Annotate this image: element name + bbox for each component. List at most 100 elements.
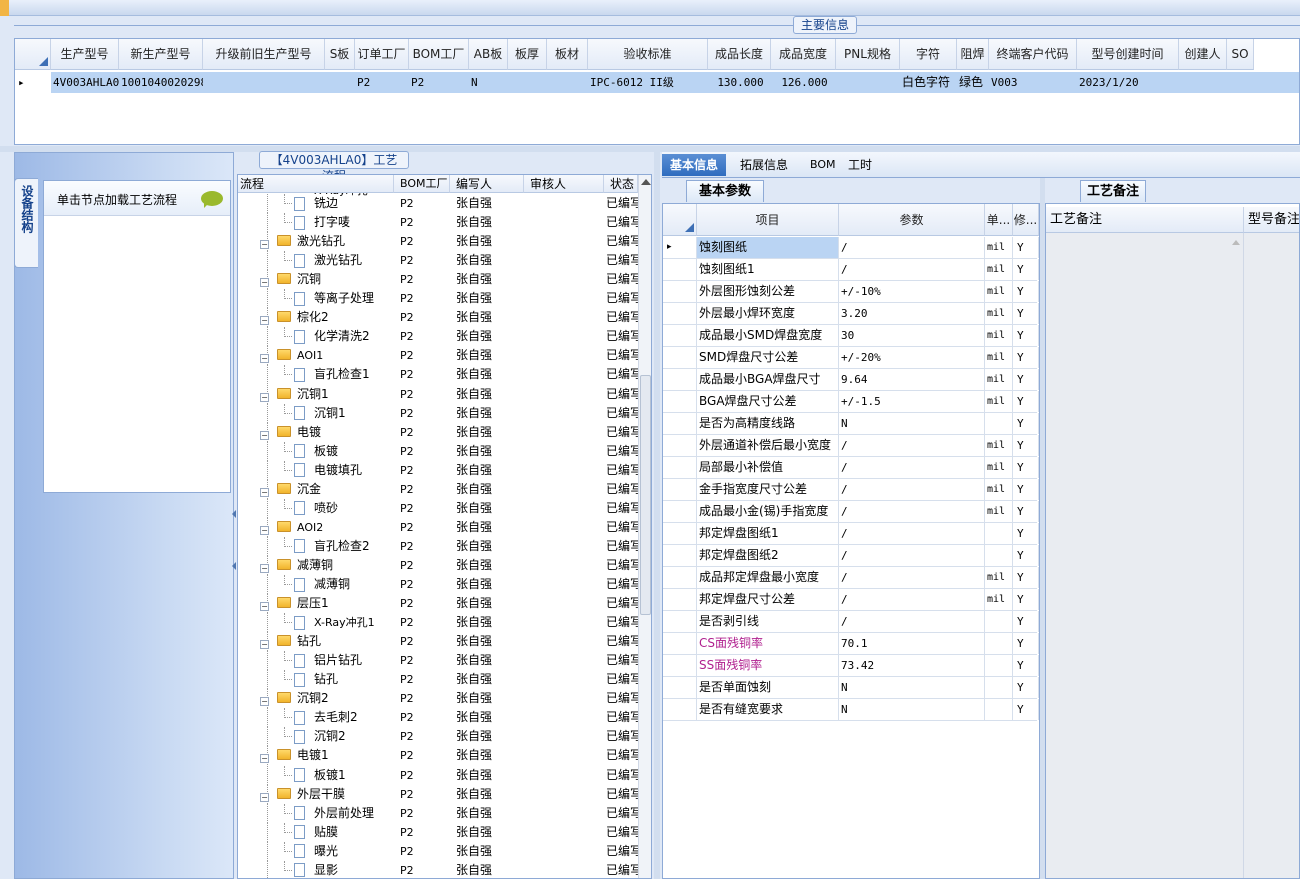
param-value[interactable]: / — [839, 523, 985, 544]
main-info-cell-18[interactable] — [1227, 72, 1254, 93]
params-row[interactable]: 外层最小焊环宽度 3.20 mil Y — [663, 303, 1039, 325]
flow-row[interactable]: 曝光 P2 张自强 已编写 — [238, 841, 638, 861]
param-item[interactable]: CS面残铜率 — [697, 633, 839, 654]
collapse-icon[interactable]: − — [260, 392, 269, 402]
flow-row[interactable]: − 沉铜2 P2 张自强 已编写 — [238, 689, 638, 709]
collapse-icon[interactable]: − — [260, 354, 269, 364]
param-unit[interactable] — [985, 545, 1013, 566]
param-value[interactable]: / — [839, 501, 985, 522]
flow-row[interactable]: − 电镀1 P2 张自强 已编写 — [238, 746, 638, 766]
subtab-remarks[interactable]: 工艺备注 — [1080, 180, 1146, 202]
main-info-cell-10[interactable]: 130.000 — [708, 72, 771, 93]
param-value[interactable]: / — [839, 567, 985, 588]
param-value[interactable]: 9.64 — [839, 369, 985, 390]
param-unit[interactable] — [985, 611, 1013, 632]
row-indicator[interactable] — [663, 479, 697, 500]
param-item[interactable]: 成品最小BGA焊盘尺寸 — [697, 369, 839, 390]
flow-row[interactable]: − 外层干膜 P2 张自强 已编写 — [238, 784, 638, 804]
main-info-col-2[interactable]: 升级前旧生产型号 — [203, 39, 325, 70]
collapse-icon[interactable]: − — [260, 240, 269, 250]
middle-splitter[interactable] — [654, 152, 660, 879]
params-row[interactable]: 邦定焊盘尺寸公差 / mil Y — [663, 589, 1039, 611]
param-item[interactable]: SS面残铜率 — [697, 655, 839, 676]
row-indicator[interactable] — [663, 699, 697, 720]
flow-row[interactable]: − AOI1 P2 张自强 已编写 — [238, 346, 638, 366]
collapse-icon[interactable]: − — [260, 754, 269, 764]
param-item[interactable]: 邦定焊盘图纸1 — [697, 523, 839, 544]
row-indicator[interactable] — [663, 303, 697, 324]
params-grid[interactable]: 项目 参数 单... 修... ▸ 蚀刻图纸 / mil Y 蚀刻图纸1/mil Y 外层图形蚀刻公… — [662, 203, 1040, 879]
param-item[interactable]: 成品邦定焊盘最小宽度 — [697, 567, 839, 588]
param-value[interactable]: 3.20 — [839, 303, 985, 324]
main-info-col-0[interactable]: 生产型号 — [51, 39, 119, 70]
param-modifiable[interactable]: Y — [1013, 281, 1039, 302]
param-value[interactable]: / — [839, 435, 985, 456]
row-indicator[interactable] — [663, 325, 697, 346]
params-body[interactable]: ▸ 蚀刻图纸 / mil Y 蚀刻图纸1/mil Y 外层图形蚀刻公差 +/-10% mil Y 外层… — [663, 237, 1039, 877]
params-row[interactable]: 邦定焊盘图纸2/ Y — [663, 545, 1039, 567]
flow-row[interactable]: 铣边 P2 张自强 已编写 — [238, 194, 638, 213]
param-modifiable[interactable]: Y — [1013, 677, 1039, 698]
flow-row[interactable]: 激光钻孔 P2 张自强 已编写 — [238, 251, 638, 271]
params-col-2[interactable]: 单... — [985, 204, 1013, 236]
params-row[interactable]: 成品邦定焊盘最小宽度 / mil Y — [663, 567, 1039, 589]
collapse-icon[interactable]: − — [260, 602, 269, 612]
row-indicator[interactable] — [663, 435, 697, 456]
row-indicator[interactable] — [663, 633, 697, 654]
flow-scrollbar[interactable] — [638, 175, 651, 878]
params-row[interactable]: 邦定焊盘图纸1/ Y — [663, 523, 1039, 545]
param-value[interactable]: / — [839, 259, 985, 280]
row-indicator[interactable] — [663, 677, 697, 698]
main-info-col-18[interactable]: SO — [1227, 39, 1254, 70]
param-item[interactable]: 外层最小焊环宽度 — [697, 303, 839, 324]
param-value[interactable]: 73.42 — [839, 655, 985, 676]
param-unit[interactable]: mil — [985, 281, 1013, 302]
flow-row[interactable]: − 减薄铜 P2 张自强 已编写 — [238, 555, 638, 575]
param-value[interactable]: / — [839, 237, 985, 258]
param-item[interactable]: SMD焊盘尺寸公差 — [697, 347, 839, 368]
remarks-grid[interactable]: 工艺备注 型号备注 — [1045, 203, 1300, 879]
flow-row[interactable]: 减薄铜 P2 张自强 已编写 — [238, 575, 638, 594]
param-modifiable[interactable]: Y — [1013, 325, 1039, 346]
flow-row[interactable]: 外层前处理 P2 张自强 已编写 — [238, 803, 638, 823]
flow-row[interactable]: − 沉金 P2 张自强 已编写 — [238, 479, 638, 499]
main-info-cell-2[interactable] — [203, 72, 325, 93]
flow-row[interactable]: 喷砂 P2 张自强 已编写 — [238, 498, 638, 518]
main-info-cell-6[interactable]: N — [469, 72, 508, 93]
main-info-col-8[interactable]: 板材 — [547, 39, 588, 70]
param-item[interactable]: 局部最小补偿值 — [697, 457, 839, 478]
param-value[interactable]: N — [839, 677, 985, 698]
row-indicator[interactable] — [663, 413, 697, 434]
param-modifiable[interactable]: Y — [1013, 413, 1039, 434]
param-item[interactable]: 外层通道补偿后最小宽度 — [697, 435, 839, 456]
row-indicator[interactable] — [663, 523, 697, 544]
param-value[interactable]: +/-1.5 — [839, 391, 985, 412]
collapse-icon[interactable]: − — [260, 278, 269, 288]
param-modifiable[interactable]: Y — [1013, 369, 1039, 390]
main-info-col-9[interactable]: 验收标准 — [588, 39, 708, 70]
param-unit[interactable]: mil — [985, 303, 1013, 324]
flow-col-0[interactable]: 流程 — [238, 175, 394, 193]
param-unit[interactable]: mil — [985, 501, 1013, 522]
row-indicator[interactable]: ▸ — [663, 237, 697, 258]
flow-col-2[interactable]: 编写人 — [450, 175, 524, 193]
params-row[interactable]: 局部最小补偿值 / mil Y — [663, 457, 1039, 479]
collapse-icon[interactable]: − — [260, 697, 269, 707]
main-info-row[interactable]: ▸4V003AHLA010010400202984P2P2NIPC-6012 I… — [15, 72, 1299, 93]
param-value[interactable]: / — [839, 589, 985, 610]
main-info-col-11[interactable]: 成品宽度 — [771, 39, 836, 70]
main-info-col-5[interactable]: BOM工厂 — [409, 39, 469, 70]
param-value[interactable]: +/-10% — [839, 281, 985, 302]
param-unit[interactable]: mil — [985, 479, 1013, 500]
param-unit[interactable]: mil — [985, 457, 1013, 478]
collapse-icon[interactable]: − — [260, 525, 269, 535]
param-item[interactable]: BGA焊盘尺寸公差 — [697, 391, 839, 412]
flow-row[interactable]: 电镀填孔 P2 张自强 已编写 — [238, 460, 638, 480]
flow-row[interactable]: − AOI2 P2 张自强 已编写 — [238, 517, 638, 537]
main-info-col-10[interactable]: 成品长度 — [708, 39, 771, 70]
params-row[interactable]: BGA焊盘尺寸公差 +/-1.5 mil Y — [663, 391, 1039, 413]
main-info-cell-13[interactable]: 白色字符 — [900, 72, 957, 93]
param-modifiable[interactable]: Y — [1013, 523, 1039, 544]
flow-row[interactable]: − 激光钻孔 P2 张自强 已编写 — [238, 232, 638, 252]
flow-row[interactable]: − 电镀 P2 张自强 已编写 — [238, 422, 638, 442]
